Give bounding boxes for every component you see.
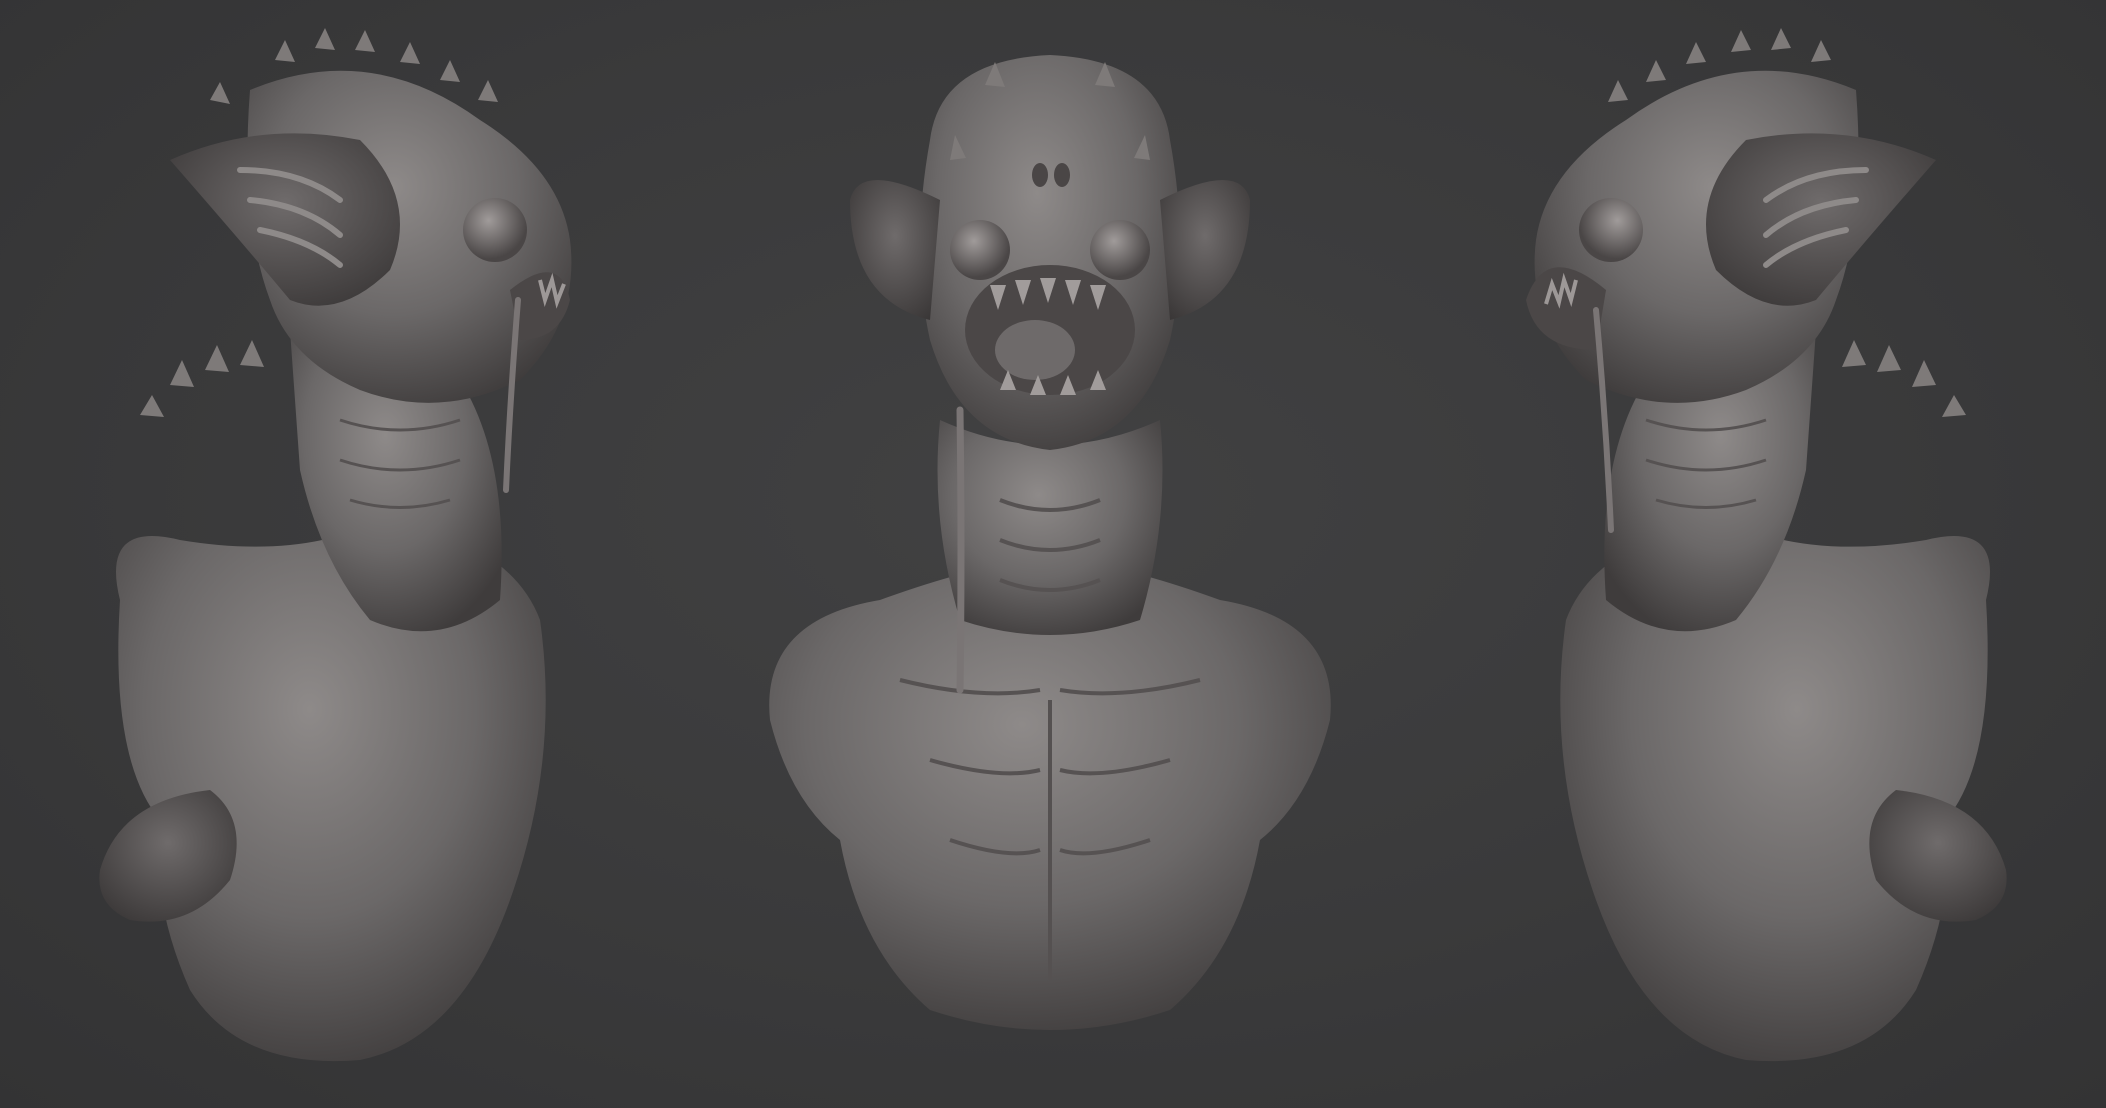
creature-bust-side-right (1366, 0, 2066, 1108)
creature-bust-side-left (40, 0, 740, 1108)
creature-bust-front (700, 0, 1400, 1108)
render-viewport (0, 0, 2106, 1108)
